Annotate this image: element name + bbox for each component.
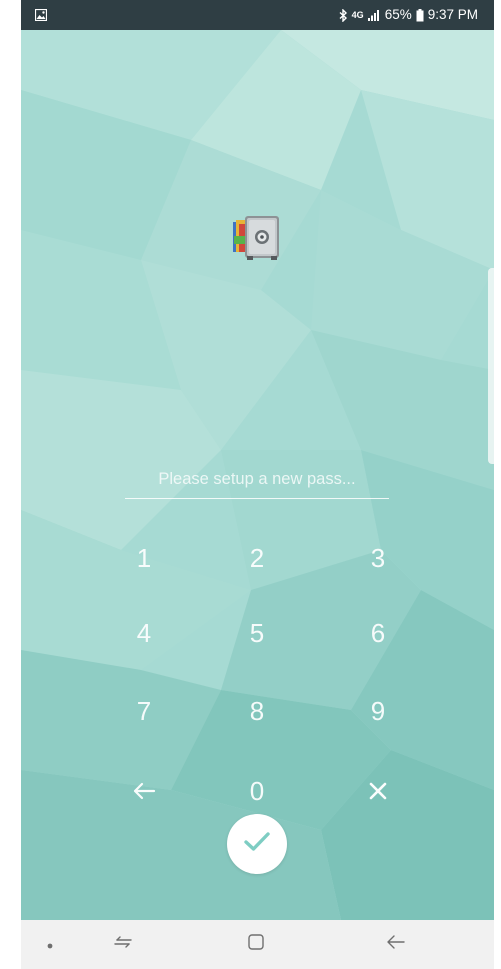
home-icon (247, 933, 265, 956)
key-6[interactable]: 6 (342, 603, 414, 663)
back-button[interactable] (376, 920, 416, 969)
backspace-key[interactable] (108, 761, 180, 821)
clear-key[interactable] (342, 761, 414, 821)
password-field[interactable] (125, 462, 389, 499)
key-9[interactable]: 9 (342, 681, 414, 741)
key-0[interactable]: 0 (221, 761, 293, 821)
recent-apps-icon (113, 934, 133, 955)
clear-x-icon (368, 781, 388, 801)
battery-percent: 65% (384, 7, 412, 22)
key-3[interactable]: 3 (342, 528, 414, 588)
network-type: 4G (351, 10, 364, 20)
password-input[interactable] (125, 462, 389, 496)
key-5[interactable]: 5 (221, 603, 293, 663)
status-bar: 4G 65% 9:37 PM (21, 0, 494, 30)
dot-icon (47, 936, 53, 954)
navigation-bar (21, 920, 494, 969)
confirm-button[interactable] (227, 814, 287, 874)
status-indicators: 4G 65% 9:37 PM (339, 7, 478, 23)
bluetooth-icon (339, 8, 348, 22)
key-2[interactable]: 2 (221, 528, 293, 588)
back-icon (386, 934, 406, 955)
nav-dot[interactable] (35, 920, 65, 969)
image-notification-icon (34, 8, 48, 22)
key-1[interactable]: 1 (108, 528, 180, 588)
recent-apps-button[interactable] (103, 920, 143, 969)
checkmark-icon (243, 831, 271, 858)
key-4[interactable]: 4 (108, 603, 180, 663)
key-8[interactable]: 8 (221, 681, 293, 741)
clock-time: 9:37 PM (427, 7, 478, 22)
backspace-arrow-icon (132, 781, 156, 801)
signal-icon (367, 9, 381, 21)
battery-icon (416, 8, 424, 22)
app-lock-safe-icon (231, 208, 283, 264)
edge-panel-handle[interactable] (488, 268, 494, 464)
phone-screen: 4G 65% 9:37 PM 1 2 3 4 5 6 7 8 9 0 (21, 0, 494, 969)
key-7[interactable]: 7 (108, 681, 180, 741)
home-button[interactable] (236, 920, 276, 969)
